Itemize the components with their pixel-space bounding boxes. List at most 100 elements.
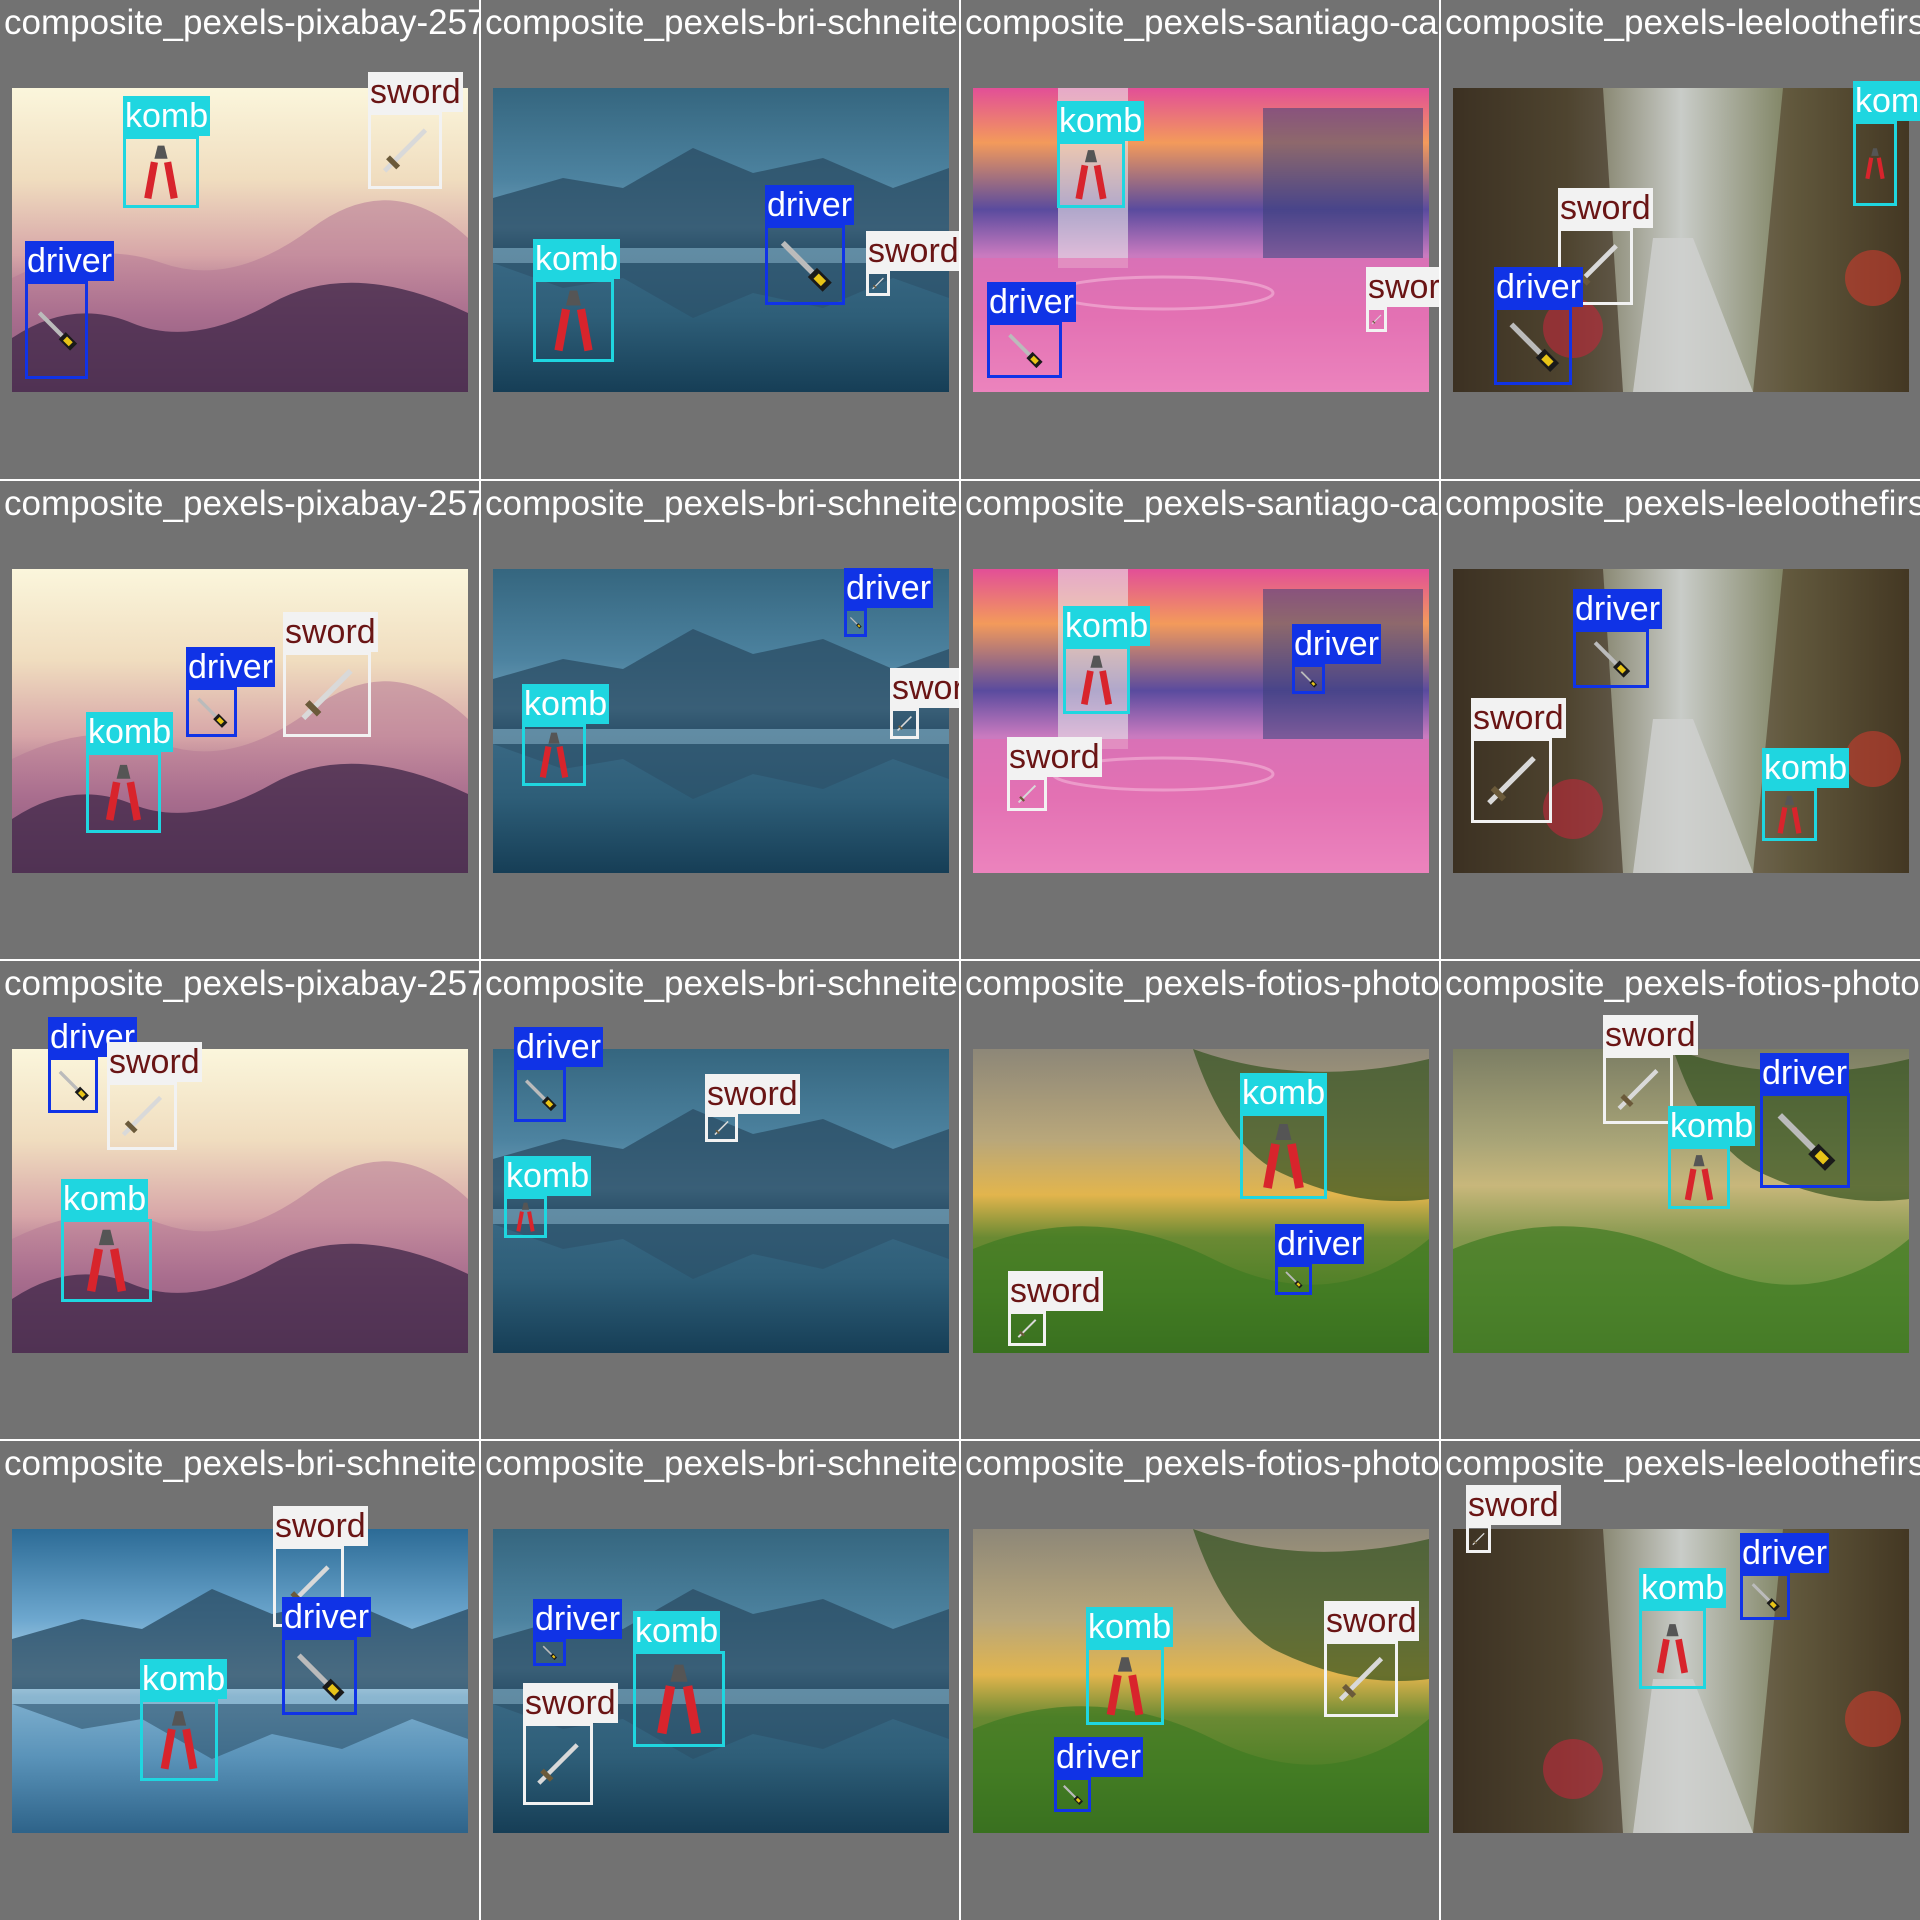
tile-filename: composite_pexels-pixabay-257092_07.png [4, 964, 479, 1003]
komb-label: komb [86, 712, 174, 752]
sword-icon [869, 274, 887, 293]
mosaic-tile[interactable]: composite_pexels-leeloothefirstkomb sword… [1441, 0, 1920, 479]
driver-bounding-box [1292, 664, 1325, 694]
pliers-icon [507, 1199, 544, 1235]
tile-filename: composite_pexels-pixabay-257092_09.png [4, 3, 479, 42]
mosaic-tile[interactable]: composite_pexels-santiago-camposs-2625ko… [961, 481, 1439, 959]
komb-bounding-box [533, 279, 614, 362]
tile-filename: composite_pexels-pixabay-257092_08.png [4, 484, 479, 523]
komb-bounding-box [1853, 121, 1897, 206]
driver-bounding-box [1275, 1264, 1312, 1295]
tile-filename: composite_pexels-bri-schneiter-28802-346 [485, 1444, 959, 1483]
sword-bounding-box [283, 652, 371, 737]
sword-icon [708, 1117, 735, 1139]
screwdriver-icon [28, 284, 85, 376]
mosaic-tile[interactable]: composite_pexels-bri-schneiter-28802-346… [481, 961, 959, 1439]
mosaic-tile[interactable]: composite_pexels-santiago-camposs-2625ko… [961, 0, 1439, 479]
mosaic-tile[interactable]: composite_pexels-fotios-photos-1107717_9… [961, 1441, 1439, 1920]
driver-bounding-box [48, 1057, 98, 1113]
screwdriver-icon [1576, 632, 1646, 685]
sword-icon [1369, 310, 1384, 329]
sword-icon [526, 1726, 590, 1802]
komb-bounding-box [1086, 1647, 1164, 1725]
pliers-icon [1243, 1116, 1324, 1196]
komb-label: komb [1668, 1106, 1756, 1146]
screwdriver-icon [1497, 310, 1569, 382]
screwdriver-icon [536, 1642, 563, 1663]
mosaic-tile[interactable]: composite_pexels-bri-schneiter-28802-346… [481, 0, 959, 479]
sword-icon [1010, 780, 1044, 808]
driver-label: driver [533, 1599, 623, 1639]
komb-label: komb [522, 684, 610, 724]
komb-bounding-box [633, 1651, 725, 1747]
komb-bounding-box [522, 724, 586, 786]
driver-label: driver [987, 282, 1077, 322]
tile-filename: composite_pexels-fotios-photos-1107717_9 [1445, 964, 1920, 1003]
komb-label: komb [1086, 1607, 1174, 1647]
driver-label: driver [1054, 1737, 1144, 1777]
sword-icon [1606, 1058, 1670, 1121]
pliers-icon [126, 139, 196, 205]
komb-bounding-box [1057, 141, 1125, 208]
pliers-icon [536, 282, 611, 359]
mosaic-tile[interactable]: composite_pexels-pixabay-257092_08.pngsw… [0, 481, 479, 959]
driver-bounding-box [765, 225, 845, 305]
pliers-icon [1060, 144, 1122, 205]
komb-label: komb [140, 1659, 228, 1699]
pliers-icon [525, 727, 583, 783]
mosaic-tile[interactable]: composite_pexels-fotios-photos-1107717_9… [961, 961, 1439, 1439]
tile-filename: composite_pexels-bri-schneiter-28802-346 [485, 3, 959, 42]
mosaic-tile[interactable]: composite_pexels-leeloothefirst sword driv… [1441, 1441, 1920, 1920]
sword-label: sword [283, 612, 378, 652]
sword-bounding-box [1466, 1525, 1491, 1553]
komb-label: komb [1057, 101, 1145, 141]
sword-icon [371, 115, 439, 186]
komb-bounding-box [1240, 1113, 1327, 1199]
driver-label: driver [282, 1597, 372, 1637]
sword-icon [110, 1085, 174, 1147]
pliers-icon [1765, 791, 1814, 838]
sword-bounding-box [890, 708, 919, 739]
komb-label: komb [1853, 81, 1920, 121]
driver-label: driver [1494, 267, 1584, 307]
driver-bounding-box [987, 322, 1062, 378]
scene-photo [12, 569, 468, 873]
sword-label: sword [1324, 1601, 1419, 1641]
pliers-icon [1671, 1149, 1727, 1206]
screwdriver-icon [517, 1070, 563, 1119]
komb-bounding-box [140, 1699, 218, 1781]
sword-bounding-box [1008, 1311, 1046, 1346]
mosaic-tile[interactable]: composite_pexels-bri-schneiter-28802-346… [0, 1441, 479, 1920]
sword-label: sword [1558, 188, 1653, 228]
sword-label: sword [523, 1683, 618, 1723]
komb-label: komb [1063, 606, 1151, 646]
pliers-icon [64, 1222, 149, 1299]
sword-icon [286, 655, 368, 734]
sword-bounding-box [866, 271, 890, 296]
komb-bounding-box [123, 136, 199, 208]
driver-bounding-box [844, 608, 867, 637]
tile-filename: composite_pexels-leeloothefirst [1445, 3, 1920, 42]
driver-label: driver [765, 185, 855, 225]
mosaic-tile[interactable]: composite_pexels-leeloothefirst driver swo… [1441, 481, 1920, 959]
mosaic-tile[interactable]: composite_pexels-fotios-photos-1107717_9… [1441, 961, 1920, 1439]
mosaic-tile[interactable]: composite_pexels-bri-schneiter-28802-346… [481, 1441, 959, 1920]
komb-label: komb [633, 1611, 721, 1651]
mosaic-tile[interactable]: composite_pexels-bri-schneiter-28802-346… [481, 481, 959, 959]
komb-bounding-box [1668, 1146, 1730, 1209]
komb-label: komb [1639, 1568, 1727, 1608]
komb-label: komb [533, 239, 621, 279]
driver-label: driver [514, 1027, 604, 1067]
driver-bounding-box [514, 1067, 566, 1122]
mosaic-tile[interactable]: composite_pexels-pixabay-257092_07.pngdr… [0, 961, 479, 1439]
sword-label: sword [107, 1042, 202, 1082]
driver-bounding-box [1740, 1573, 1790, 1620]
mosaic-tile[interactable]: composite_pexels-pixabay-257092_09.pngko… [0, 0, 479, 479]
sword-icon [893, 711, 916, 736]
driver-label: driver [1292, 624, 1382, 664]
sword-label: sword [705, 1074, 800, 1114]
sword-icon [1474, 741, 1549, 820]
sword-label: sword [1466, 1485, 1561, 1525]
driver-bounding-box [1760, 1093, 1850, 1188]
tile-filename: composite_pexels-leeloothefirst [1445, 484, 1920, 523]
